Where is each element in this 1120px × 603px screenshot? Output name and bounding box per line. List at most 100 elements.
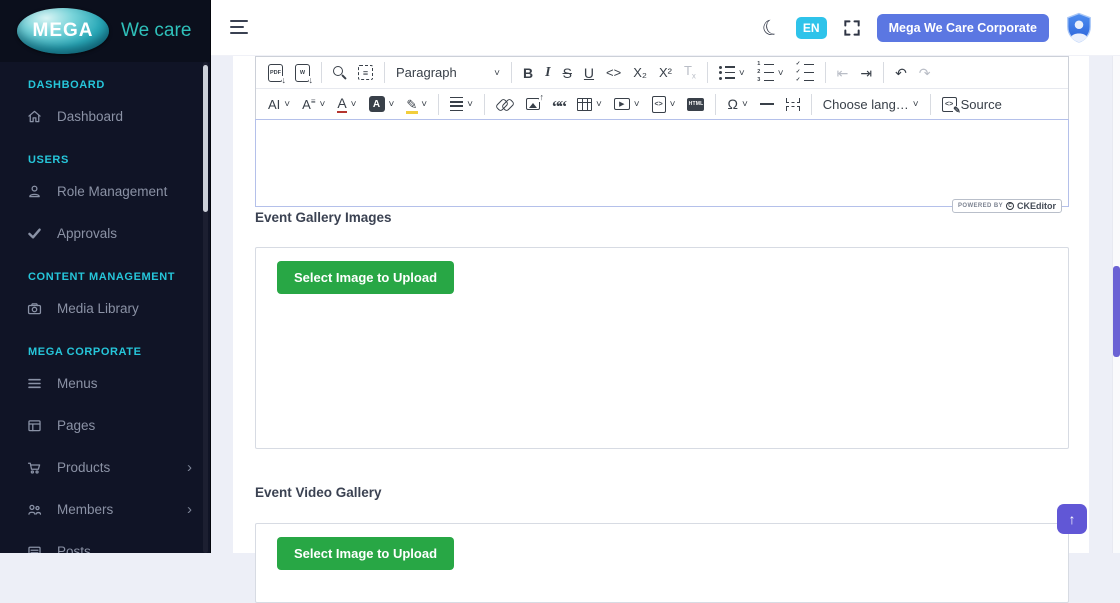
quote-icon: ““: [552, 102, 565, 112]
toolbar-row-2: AI˅A≡˅A˅A˅✎˅˅““˅▶˅<>˅HTMLΩ˅Choose lang…˅…: [256, 88, 1068, 119]
user-icon: [25, 182, 43, 200]
sidebar-item-label: Products: [57, 460, 187, 475]
page-break-button[interactable]: [780, 91, 806, 117]
toolbar-separator: [707, 62, 708, 83]
sidebar-item-approvals[interactable]: Approvals: [0, 212, 210, 254]
menu-toggle-icon[interactable]: [230, 20, 250, 36]
home-icon: [25, 107, 43, 125]
italic-button[interactable]: I: [539, 60, 556, 86]
highlight-button[interactable]: ✎˅: [400, 91, 433, 117]
select-video-upload-button[interactable]: Select Image to Upload: [277, 537, 454, 570]
sidebar-scrollbar-thumb[interactable]: [203, 65, 208, 212]
sidebar-item-dashboard[interactable]: Dashboard: [0, 95, 210, 137]
source-icon: <>: [942, 97, 957, 112]
editor-content-area[interactable]: POWERED BY C CKEditor: [255, 119, 1069, 207]
export-pdf-button[interactable]: PDF: [262, 60, 289, 86]
language-dropdown-button[interactable]: Choose lang…˅: [817, 91, 925, 117]
indent-button[interactable]: ⇥: [854, 60, 878, 86]
export-word-button[interactable]: W: [289, 60, 316, 86]
text-alignment-button[interactable]: ˅: [444, 91, 479, 117]
font-color-button[interactable]: A˅: [331, 91, 362, 117]
toolbar-separator: [715, 94, 716, 115]
chevron-down-icon: ˅: [319, 100, 325, 110]
ckeditor-logo-icon: C: [1006, 202, 1014, 210]
heading-dropdown-label: Paragraph: [396, 65, 457, 80]
chevron-down-icon: ˅: [467, 100, 473, 110]
numbered-list-icon: [757, 62, 774, 84]
logo-area[interactable]: MEGA We care: [0, 0, 210, 62]
align-left-icon: [450, 97, 463, 112]
superscript-button[interactable]: X²: [653, 60, 678, 86]
powered-by-label: POWERED BY: [958, 203, 1003, 209]
bold-button[interactable]: B: [517, 60, 539, 86]
insert-table-button[interactable]: ˅: [571, 91, 608, 117]
subscript-button[interactable]: X₂: [627, 60, 653, 86]
page-scrollbar-track[interactable]: [1112, 56, 1120, 553]
toolbar-separator: [811, 94, 812, 115]
insert-image-button[interactable]: [520, 91, 546, 117]
language-badge[interactable]: EN: [796, 17, 827, 39]
select-image-upload-button[interactable]: Select Image to Upload: [277, 261, 454, 294]
page-scrollbar-thumb[interactable]: [1113, 266, 1120, 357]
source-editing-button[interactable]: <>Source: [936, 91, 1008, 117]
block-quote-button[interactable]: ““: [546, 91, 571, 117]
export-pdf-icon: PDF: [268, 64, 283, 82]
tenant-button[interactable]: Mega We Care Corporate: [877, 14, 1049, 42]
search-icon: [333, 66, 343, 76]
event-video-gallery-panel: Select Image to Upload: [255, 523, 1069, 603]
sidebar-item-label: Pages: [57, 418, 192, 433]
font-size-button[interactable]: AI˅: [262, 91, 296, 117]
sidebar-item-media-library[interactable]: Media Library: [0, 287, 210, 329]
sidebar-item-posts[interactable]: Posts: [0, 530, 210, 553]
fullscreen-icon[interactable]: [842, 18, 862, 38]
event-video-gallery-label: Event Video Gallery: [255, 485, 382, 500]
code-block-button[interactable]: <>˅: [646, 91, 682, 117]
sidebar-item-label: Menus: [57, 376, 192, 391]
select-all-icon: ≡: [358, 65, 373, 80]
todo-list-button[interactable]: [790, 60, 820, 86]
sidebar-item-role-management[interactable]: Role Management: [0, 170, 210, 212]
toolbar-separator: [825, 62, 826, 83]
special-characters-button[interactable]: Ω˅: [721, 91, 753, 117]
code-button[interactable]: <>: [600, 60, 627, 86]
sidebar-section-content-management: CONTENT MANAGEMENT: [28, 271, 182, 283]
heading-dropdown-button[interactable]: Paragraph˅: [390, 60, 506, 86]
media-embed-button[interactable]: ▶˅: [608, 91, 646, 117]
bulleted-list-button[interactable]: ˅: [713, 60, 751, 86]
sidebar-item-products[interactable]: Products›: [0, 446, 210, 488]
select-all-button[interactable]: ≡: [352, 60, 379, 86]
mega-logo: MEGA: [17, 8, 109, 54]
html-embed-button[interactable]: HTML: [681, 91, 710, 117]
link-button[interactable]: [490, 91, 520, 117]
font-family-button[interactable]: A≡˅: [296, 91, 331, 117]
strikethrough-button[interactable]: S: [557, 60, 578, 86]
avatar[interactable]: [1064, 12, 1094, 45]
media-embed-icon: ▶: [614, 98, 630, 110]
sidebar-nav: DASHBOARDDashboardUSERSRole ManagementAp…: [0, 79, 210, 553]
chevron-right-icon: ›: [187, 501, 192, 518]
horizontal-line-button[interactable]: [754, 91, 780, 117]
undo-button[interactable]: ↶: [889, 60, 913, 86]
remove-format-button: Tx: [678, 60, 702, 86]
scroll-to-top-button[interactable]: ↑: [1057, 504, 1087, 534]
find-and-replace-button[interactable]: [327, 60, 352, 86]
superscript-icon: X²: [659, 66, 672, 79]
sidebar-item-menus[interactable]: Menus: [0, 362, 210, 404]
page-break-icon: [786, 98, 800, 111]
image-upload-icon: [526, 98, 540, 110]
powered-by-badge[interactable]: POWERED BY C CKEditor: [952, 199, 1062, 213]
underline-button[interactable]: U: [578, 60, 600, 86]
redo-button: ↷: [913, 60, 937, 86]
moon-icon[interactable]: ☾: [759, 15, 783, 41]
pages-icon: [25, 416, 43, 434]
event-gallery-images-panel: Select Image to Upload: [255, 247, 1069, 449]
sidebar-item-members[interactable]: Members›: [0, 488, 210, 530]
font-background-color-button[interactable]: A˅: [363, 91, 401, 117]
sidebar-item-pages[interactable]: Pages: [0, 404, 210, 446]
chevron-down-icon: ˅: [739, 69, 745, 79]
numbered-list-button[interactable]: ˅: [751, 60, 790, 86]
sidebar-section-users: USERS: [28, 154, 182, 166]
font-background-icon: A: [369, 96, 385, 112]
toolbar-separator: [511, 62, 512, 83]
chevron-down-icon: ˅: [670, 100, 676, 110]
